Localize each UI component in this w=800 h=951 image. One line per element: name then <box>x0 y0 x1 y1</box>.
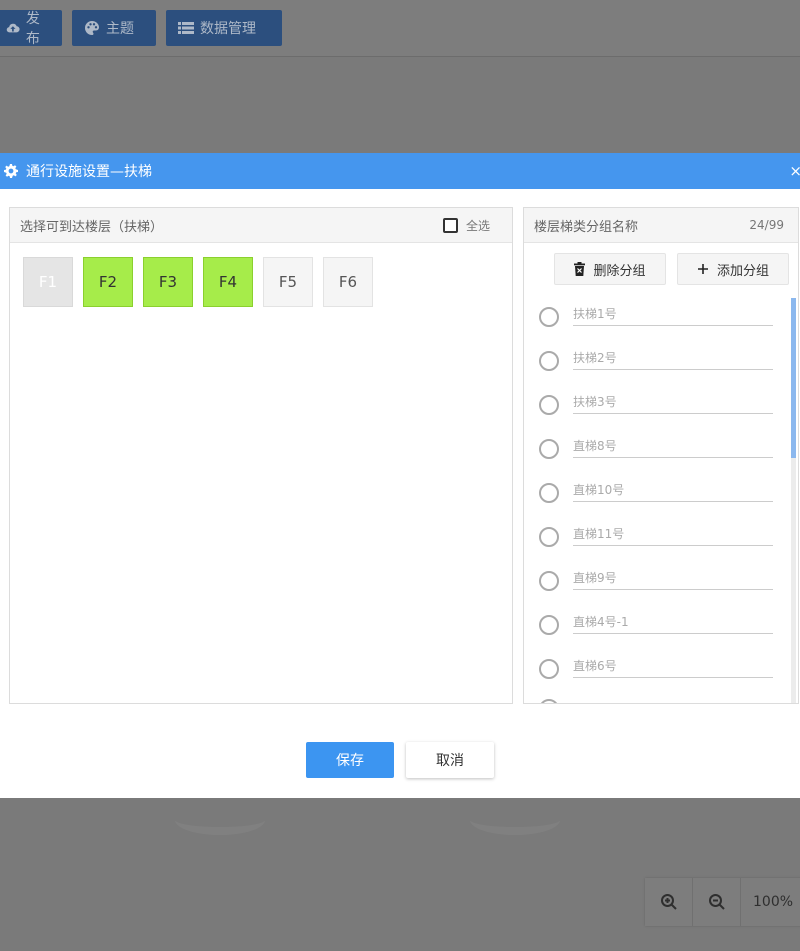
group-list: 扶梯1号 扶梯2号 扶梯3号 直梯8号 直梯10号 直梯11号 直梯9号 直梯4… <box>524 298 792 703</box>
delete-group-label: 删除分组 <box>593 263 646 279</box>
background-shape <box>175 805 265 835</box>
group-name-input[interactable]: 扶梯2号 <box>573 348 773 370</box>
zoom-in-icon <box>660 894 677 910</box>
radio-button[interactable] <box>539 395 559 415</box>
radio-button[interactable] <box>539 439 559 459</box>
group-name-input[interactable]: 直梯10号 <box>573 480 773 502</box>
add-group-label: 添加分组 <box>716 263 769 279</box>
radio-button[interactable] <box>539 351 559 371</box>
facility-settings-dialog: 通行设施设置—扶梯 × 选择可到达楼层（扶梯） 全选 F1 F2 F3 F4 F… <box>0 153 800 798</box>
floor-label: F3 <box>158 273 178 291</box>
group-name-input[interactable]: 直梯9号 <box>573 568 773 590</box>
scrollbar-thumb[interactable] <box>791 298 796 458</box>
group-panel-title: 楼层梯类分组名称 <box>534 219 639 235</box>
top-toolbar: 发布 主题 数据管理 <box>0 0 800 57</box>
list-icon <box>178 22 194 34</box>
group-item[interactable]: 直梯6号 <box>539 654 779 684</box>
zoom-out-button[interactable] <box>693 878 741 926</box>
floor-button-f5[interactable]: F5 <box>263 257 313 307</box>
floor-button-f2[interactable]: F2 <box>83 257 133 307</box>
group-panel: 楼层梯类分组名称 24/99 删除分组 添加分组 扶梯1号 扶梯2号 扶梯3号 … <box>523 207 799 704</box>
background-shape <box>470 805 560 835</box>
radio-button[interactable] <box>539 699 559 703</box>
group-item[interactable]: 直梯8号 <box>539 434 779 464</box>
zoom-in-button[interactable] <box>645 878 693 926</box>
dialog-footer: 保存 取消 <box>306 742 494 778</box>
delete-group-button[interactable]: 删除分组 <box>554 253 666 285</box>
plus-icon <box>697 264 708 274</box>
group-item[interactable]: 直梯9号 <box>539 566 779 596</box>
group-name-input[interactable]: 扶梯3号 <box>573 392 773 414</box>
group-item[interactable]: 直梯4号-1 <box>539 610 779 640</box>
radio-button[interactable] <box>539 483 559 503</box>
theme-label: 主题 <box>106 21 134 37</box>
select-all-label: 全选 <box>465 219 490 233</box>
group-actions: 删除分组 添加分组 <box>554 253 789 285</box>
group-panel-header: 楼层梯类分组名称 24/99 <box>524 208 798 243</box>
checkbox-icon <box>442 218 458 233</box>
dialog-header: 通行设施设置—扶梯 × <box>0 153 800 189</box>
group-name-input[interactable]: 扶梯1号 <box>573 304 773 326</box>
floor-panel-title: 选择可到达楼层（扶梯） <box>20 219 164 235</box>
group-item[interactable]: 直梯11号 <box>539 522 779 552</box>
floor-button-f6[interactable]: F6 <box>323 257 373 307</box>
zoom-controls: 100% <box>645 878 800 926</box>
trash-icon <box>574 262 586 276</box>
group-item[interactable]: 扶梯3号 <box>539 390 779 420</box>
group-item[interactable]: 扶梯1号 <box>539 302 779 332</box>
floor-button-f1[interactable]: F1 <box>23 257 73 307</box>
select-all-checkbox[interactable]: 全选 <box>442 217 490 234</box>
group-item[interactable]: 扶梯2号 <box>539 346 779 376</box>
floor-label: F5 <box>278 273 298 291</box>
gear-icon <box>4 164 18 178</box>
dialog-title: 通行设施设置—扶梯 <box>26 164 152 180</box>
cancel-button[interactable]: 取消 <box>406 742 494 778</box>
zoom-level-select[interactable]: 100% <box>741 878 800 926</box>
group-name-input[interactable]: 直梯6号 <box>573 656 773 678</box>
cloud-upload-icon <box>6 23 20 33</box>
radio-button[interactable] <box>539 571 559 591</box>
data-manage-button[interactable]: 数据管理 <box>166 10 282 46</box>
publish-label: 发布 <box>25 11 40 47</box>
zoom-out-icon <box>708 894 725 910</box>
radio-button[interactable] <box>539 615 559 635</box>
radio-button[interactable] <box>539 307 559 327</box>
group-name-input[interactable]: 直梯4号-1 <box>573 612 773 634</box>
group-name-input[interactable]: 直梯8号 <box>573 436 773 458</box>
publish-button[interactable]: 发布 <box>0 10 62 47</box>
floor-label: F6 <box>338 273 358 291</box>
floor-button-f3[interactable]: F3 <box>143 257 193 307</box>
theme-button[interactable]: 主题 <box>72 10 156 46</box>
close-icon[interactable]: × <box>789 162 800 180</box>
radio-button[interactable] <box>539 659 559 679</box>
radio-button[interactable] <box>539 527 559 547</box>
group-item[interactable]: 直梯10号 <box>539 478 779 508</box>
floor-list: F1 F2 F3 F4 F5 F6 <box>23 257 373 307</box>
add-group-button[interactable]: 添加分组 <box>677 253 789 285</box>
floor-button-f4[interactable]: F4 <box>203 257 253 307</box>
scrollbar[interactable] <box>791 298 796 703</box>
group-item-partial[interactable] <box>539 694 779 703</box>
zoom-level: 100% <box>753 894 794 910</box>
floor-select-panel: 选择可到达楼层（扶梯） 全选 F1 F2 F3 F4 F5 F6 <box>9 207 513 704</box>
floor-label: F4 <box>218 273 238 291</box>
floor-label: F2 <box>98 273 118 291</box>
floor-panel-header: 选择可到达楼层（扶梯） 全选 <box>10 208 512 243</box>
save-button[interactable]: 保存 <box>306 742 394 778</box>
data-manage-label: 数据管理 <box>200 21 256 37</box>
palette-icon <box>85 21 99 35</box>
group-name-input[interactable]: 直梯11号 <box>573 524 773 546</box>
group-count: 24/99 <box>749 218 784 232</box>
floor-label: F1 <box>38 273 58 291</box>
